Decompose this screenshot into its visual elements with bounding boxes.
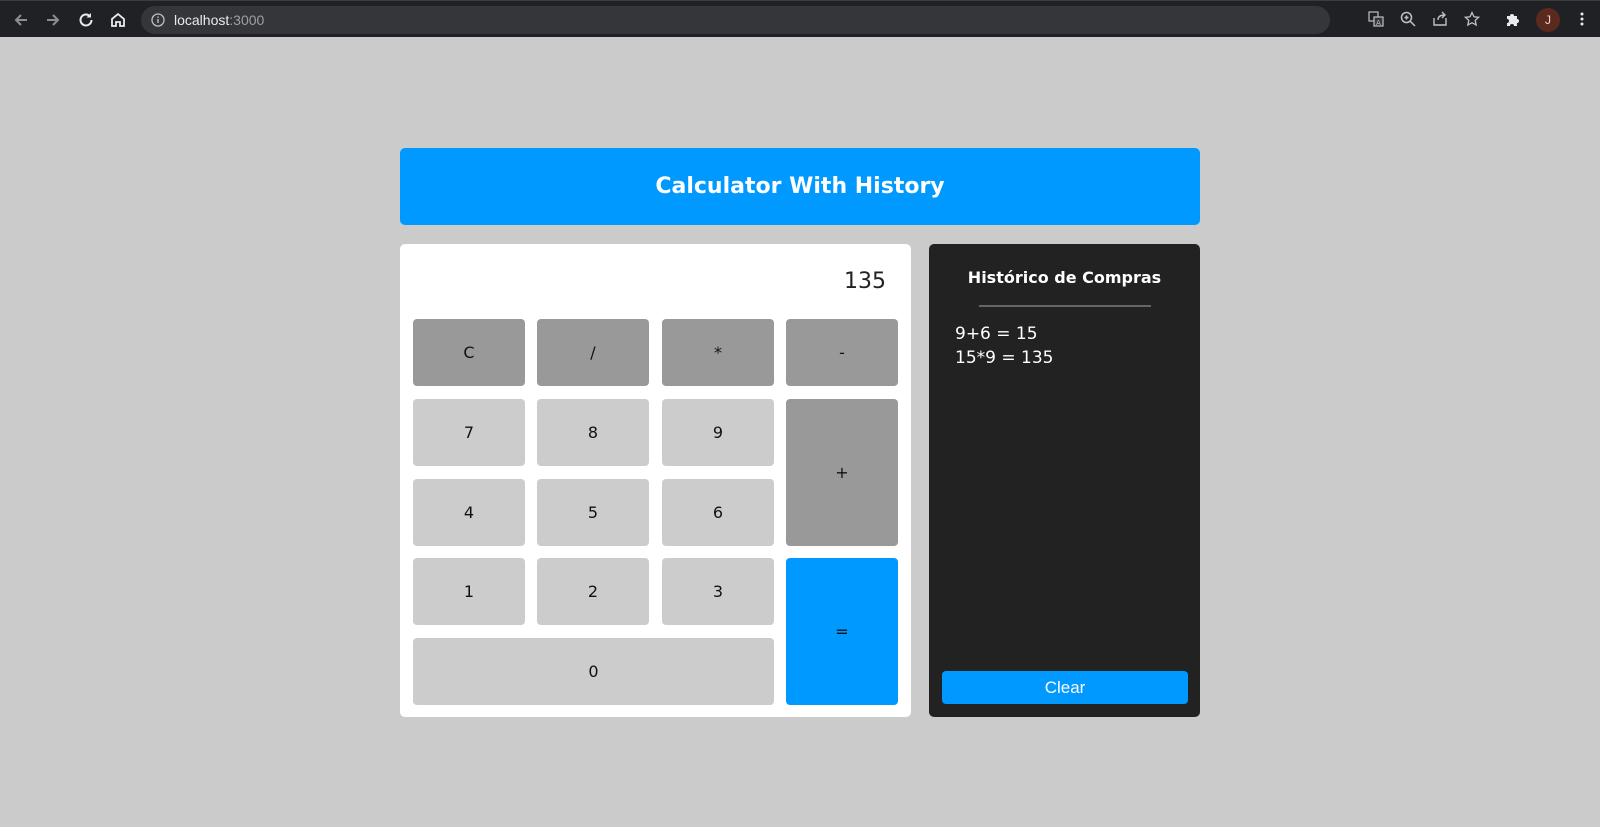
- history-list: 9+6 = 15 15*9 = 135: [955, 322, 1053, 370]
- info-icon[interactable]: [151, 13, 165, 27]
- digit-0-key[interactable]: 0: [413, 638, 774, 705]
- home-icon[interactable]: [108, 10, 128, 30]
- digit-4-key[interactable]: 4: [413, 479, 525, 546]
- clear-history-button[interactable]: Clear: [942, 671, 1188, 704]
- share-icon[interactable]: [1432, 11, 1450, 29]
- translate-icon[interactable]: A: [1368, 11, 1386, 29]
- digit-3-key[interactable]: 3: [662, 558, 774, 625]
- forward-icon[interactable]: [43, 10, 63, 30]
- zoom-icon[interactable]: [1400, 11, 1418, 29]
- equals-key[interactable]: =: [786, 558, 898, 705]
- calculator-display: 135: [844, 269, 886, 294]
- history-panel: Histórico de Compras 9+6 = 15 15*9 = 135…: [929, 244, 1200, 717]
- extensions-icon[interactable]: [1504, 11, 1522, 29]
- history-divider: [979, 305, 1151, 307]
- divide-key[interactable]: /: [537, 319, 649, 386]
- page-title: Calculator With History: [655, 174, 945, 199]
- browser-toolbar: localhost:3000 A J: [0, 0, 1600, 37]
- digit-1-key[interactable]: 1: [413, 558, 525, 625]
- subtract-key[interactable]: -: [786, 319, 898, 386]
- add-key[interactable]: +: [786, 399, 898, 546]
- calculator-panel: 135 C / * - 7 8 9 + 4 5 6 1 2 3 = 0: [400, 244, 911, 717]
- url-text: localhost:3000: [174, 12, 265, 28]
- history-item: 9+6 = 15: [955, 324, 1038, 344]
- svg-text:A: A: [1376, 19, 1381, 27]
- digit-9-key[interactable]: 9: [662, 399, 774, 466]
- history-title: Histórico de Compras: [967, 268, 1162, 287]
- reload-icon[interactable]: [76, 10, 96, 30]
- digit-2-key[interactable]: 2: [537, 558, 649, 625]
- digit-5-key[interactable]: 5: [537, 479, 649, 546]
- profile-avatar[interactable]: J: [1536, 8, 1560, 32]
- app-header: Calculator With History: [400, 148, 1200, 225]
- digit-7-key[interactable]: 7: [413, 399, 525, 466]
- bookmark-star-icon[interactable]: [1464, 11, 1482, 29]
- menu-icon[interactable]: [1574, 11, 1592, 29]
- digit-6-key[interactable]: 6: [662, 479, 774, 546]
- multiply-key[interactable]: *: [662, 319, 774, 386]
- history-item: 15*9 = 135: [955, 348, 1054, 368]
- clear-key[interactable]: C: [413, 319, 525, 386]
- back-icon[interactable]: [11, 10, 31, 30]
- digit-8-key[interactable]: 8: [537, 399, 649, 466]
- address-bar[interactable]: localhost:3000: [141, 6, 1330, 34]
